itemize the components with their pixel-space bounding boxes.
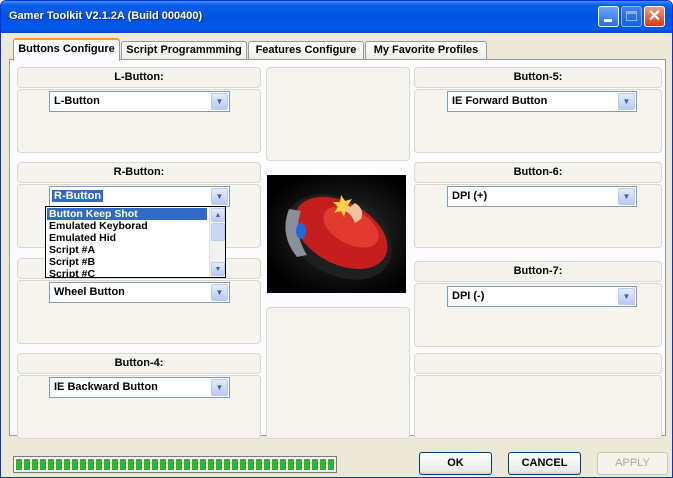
- tab-buttons-configure[interactable]: Buttons Configure: [13, 38, 120, 61]
- button5-header: Button-5:: [414, 67, 662, 88]
- empty-group-right: [414, 375, 662, 439]
- r-button-dropdown-list[interactable]: Button Keep Shot Emulated Keyborad Emula…: [45, 206, 226, 278]
- dropdown-item[interactable]: Script #B: [47, 256, 207, 268]
- middle-box-top: [266, 67, 410, 161]
- button5-value: IE Forward Button: [452, 95, 548, 107]
- button5-select[interactable]: IE Forward Button ▼: [447, 91, 637, 112]
- mouse-image: [267, 175, 406, 293]
- dropdown-scrollbar[interactable]: ▲ ▼: [209, 207, 225, 277]
- wheel-button-value: Wheel Button: [54, 286, 125, 298]
- dropdown-item[interactable]: Script #C: [47, 268, 207, 277]
- button6-select[interactable]: DPI (+) ▼: [447, 186, 637, 207]
- dropdown-item[interactable]: Emulated Keyborad: [47, 220, 207, 232]
- app-window: Gamer Toolkit V2.1.2A (Build 000400) ✕ B…: [0, 0, 673, 478]
- chevron-down-icon[interactable]: ▼: [211, 379, 228, 396]
- close-button[interactable]: ✕: [644, 6, 665, 27]
- minimize-button[interactable]: [598, 6, 619, 27]
- chevron-down-icon[interactable]: ▼: [211, 284, 228, 301]
- scroll-thumb[interactable]: [211, 223, 225, 241]
- r-button-select[interactable]: R-Button ▼: [49, 186, 230, 207]
- button7-select[interactable]: DPI (-) ▼: [447, 286, 637, 307]
- empty-header-right: [414, 353, 662, 374]
- button4-select[interactable]: IE Backward Button ▼: [49, 377, 230, 398]
- window-title: Gamer Toolkit V2.1.2A (Build 000400): [9, 10, 203, 22]
- tab-my-favorite-profiles[interactable]: My Favorite Profiles: [365, 41, 487, 60]
- chevron-down-icon[interactable]: ▼: [211, 188, 228, 205]
- dropdown-item[interactable]: Script #A: [47, 244, 207, 256]
- middle-box-bottom: [266, 307, 410, 439]
- l-button-value: L-Button: [54, 95, 100, 107]
- apply-button[interactable]: APPLY: [597, 452, 668, 475]
- button7-value: DPI (-): [452, 290, 485, 302]
- mouse-illustration: [285, 194, 392, 280]
- l-button-select[interactable]: L-Button ▼: [49, 91, 230, 112]
- tab-script-programming[interactable]: Script Programmming: [121, 41, 247, 60]
- progress-fill: [16, 459, 334, 470]
- l-button-header: L-Button:: [17, 67, 261, 88]
- ok-button[interactable]: OK: [419, 452, 492, 475]
- chevron-down-icon[interactable]: ▼: [618, 188, 635, 205]
- maximize-icon: [626, 11, 637, 21]
- chevron-down-icon[interactable]: ▼: [211, 93, 228, 110]
- tab-features-configure[interactable]: Features Configure: [248, 41, 364, 60]
- cancel-button[interactable]: CANCEL: [508, 452, 581, 475]
- button4-value: IE Backward Button: [54, 381, 158, 393]
- dropdown-item[interactable]: Emulated Hid: [47, 232, 207, 244]
- wheel-button-select[interactable]: Wheel Button ▼: [49, 282, 230, 303]
- title-bar[interactable]: Gamer Toolkit V2.1.2A (Build 000400) ✕: [1, 1, 672, 33]
- chevron-down-icon[interactable]: ▼: [618, 288, 635, 305]
- minimize-icon: [604, 19, 612, 22]
- button6-value: DPI (+): [452, 190, 488, 202]
- button7-header: Button-7:: [414, 261, 662, 282]
- maximize-button[interactable]: [621, 6, 642, 27]
- button6-header: Button-6:: [414, 162, 662, 183]
- dropdown-item[interactable]: Button Keep Shot: [47, 208, 207, 220]
- chevron-down-icon[interactable]: ▼: [618, 93, 635, 110]
- chevron-up-icon[interactable]: ▲: [211, 208, 225, 222]
- r-button-value: R-Button: [52, 190, 104, 202]
- chevron-down-icon[interactable]: ▼: [211, 262, 225, 276]
- r-button-header: R-Button:: [17, 162, 261, 183]
- progress-bar: [13, 456, 337, 473]
- close-icon: ✕: [647, 8, 662, 25]
- button4-header: Button-4:: [17, 353, 261, 374]
